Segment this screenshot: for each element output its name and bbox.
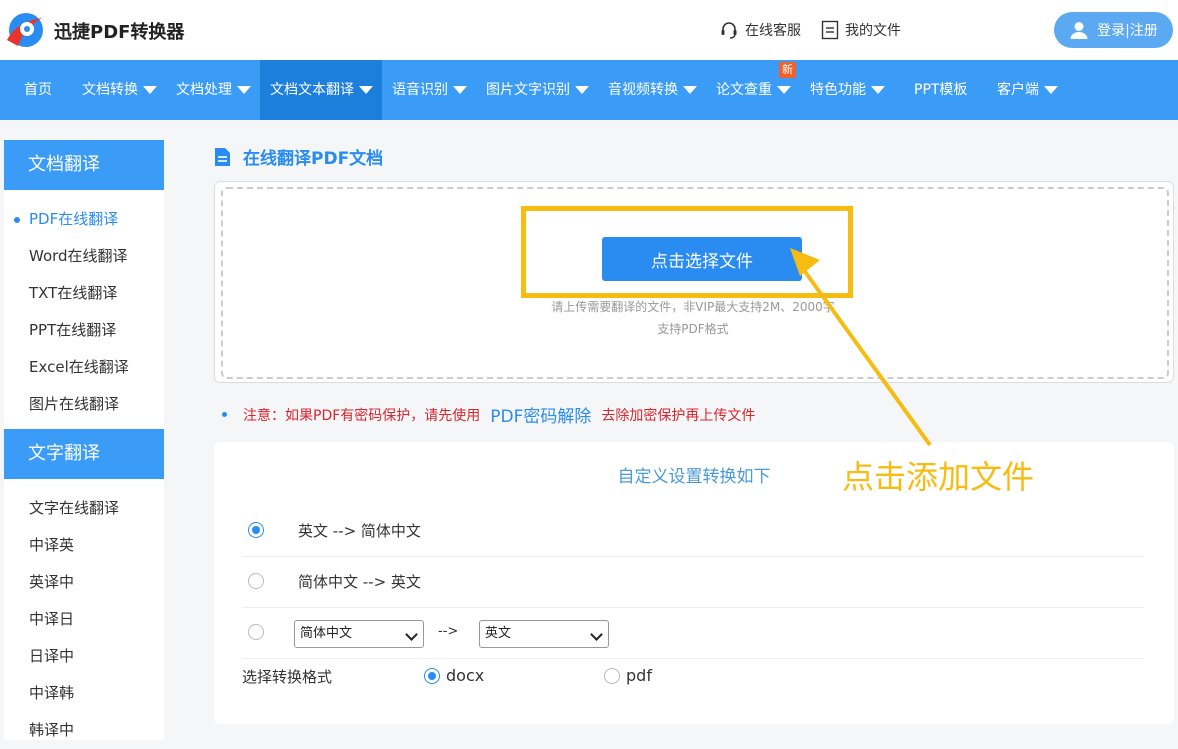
- option-en-to-zh[interactable]: 英文 --> 简体中文: [242, 506, 1144, 557]
- logo-icon[interactable]: [4, 10, 46, 50]
- my-files-link[interactable]: 我的文件: [821, 20, 901, 40]
- sidebar-item-ppt-translate[interactable]: PPT在线翻译: [4, 312, 164, 349]
- document-icon: [821, 20, 839, 40]
- sidebar: 文档翻译 PDF在线翻译 Word在线翻译 TXT在线翻译 PPT在线翻译 Ex…: [4, 140, 164, 740]
- nav-label: 语音识别: [392, 82, 448, 98]
- caret-down-icon: [453, 86, 467, 94]
- caret-down-icon: [777, 86, 791, 94]
- nav-image-ocr[interactable]: 图片文字识别: [476, 60, 599, 120]
- caret-down-icon: [871, 86, 885, 94]
- sidebar-heading-doc-translate: 文档翻译: [4, 140, 164, 190]
- sidebar-item-text-translate[interactable]: 文字在线翻译: [4, 490, 164, 527]
- radio-custom[interactable]: [248, 624, 264, 640]
- online-service-link[interactable]: 在线客服: [719, 20, 801, 40]
- chevron-down-icon: [405, 628, 418, 641]
- option-custom-languages[interactable]: 简体中文 --> 英文: [242, 608, 1144, 659]
- nav-doc-translate[interactable]: 文档文本翻译: [260, 60, 382, 120]
- nav-label: 图片文字识别: [486, 82, 570, 98]
- annotation-arrow-icon: [790, 248, 932, 447]
- pdf-unlock-link[interactable]: PDF密码解除: [490, 402, 591, 427]
- nav-ppt-templates[interactable]: PPT模板: [904, 60, 977, 120]
- option-label: 英文 --> 简体中文: [298, 522, 421, 540]
- sidebar-item-ja-zh[interactable]: 日译中: [4, 638, 164, 675]
- nav-home[interactable]: 首页: [14, 60, 62, 120]
- radio-zh-to-en[interactable]: [248, 573, 264, 589]
- chevron-down-icon: [590, 628, 603, 641]
- nav-doc-process[interactable]: 文档处理: [166, 60, 261, 120]
- target-language-select[interactable]: 英文: [479, 620, 609, 648]
- notice-prefix: 注意：如果PDF有密码保护，请先使用: [243, 407, 481, 424]
- radio-en-to-zh[interactable]: [248, 522, 264, 538]
- sidebar-item-txt-translate[interactable]: TXT在线翻译: [4, 275, 164, 312]
- nav-av-convert[interactable]: 音视频转换: [598, 60, 707, 120]
- sidebar-item-pdf-translate[interactable]: PDF在线翻译: [4, 201, 164, 238]
- login-register-button[interactable]: 登录|注册: [1054, 12, 1173, 48]
- nav-client[interactable]: 客户端: [987, 60, 1068, 120]
- my-files-label: 我的文件: [845, 23, 901, 39]
- nav-label: 客户端: [997, 82, 1039, 98]
- caret-down-icon: [359, 86, 373, 94]
- bullet-icon: [222, 412, 227, 417]
- sidebar-item-zh-en[interactable]: 中译英: [4, 527, 164, 564]
- format-label: 选择转换格式: [242, 668, 333, 686]
- sidebar-item-zh-ja[interactable]: 中译日: [4, 601, 164, 638]
- headset-icon: [721, 22, 737, 39]
- option-label: 简体中文 --> 英文: [298, 573, 421, 591]
- source-language-value: 简体中文: [300, 626, 353, 641]
- caret-down-icon: [237, 86, 251, 94]
- nav-label: 文档转换: [82, 82, 138, 98]
- nav-label: 论文查重: [716, 82, 772, 98]
- nav-label: 首页: [24, 82, 52, 98]
- sidebar-item-word-translate[interactable]: Word在线翻译: [4, 238, 164, 275]
- format-docx-label[interactable]: docx: [446, 666, 484, 685]
- nav-label: 文档文本翻译: [270, 82, 354, 98]
- nav-features[interactable]: 特色功能: [800, 60, 895, 120]
- main-nav: 首页 文档转换 文档处理 文档文本翻译 语音识别 图片文字识别 音视频转换 论文…: [0, 60, 1178, 120]
- page-title-text: 在线翻译PDF文档: [243, 149, 384, 169]
- password-notice: 注意：如果PDF有密码保护，请先使用 PDF密码解除 去除加密保护再上传文件: [222, 402, 755, 427]
- brand-name[interactable]: 迅捷PDF转换器: [54, 18, 184, 44]
- format-pdf-label[interactable]: pdf: [626, 666, 652, 685]
- sidebar-heading-text-translate: 文字翻译: [4, 429, 164, 479]
- caret-down-icon: [1044, 86, 1058, 94]
- annotation-text: 点击添加文件: [842, 458, 1035, 496]
- nav-label: PPT模板: [914, 82, 968, 98]
- target-language-value: 英文: [485, 626, 512, 641]
- login-register-label: 登录|注册: [1097, 23, 1158, 39]
- source-language-select[interactable]: 简体中文: [294, 620, 424, 648]
- nav-label: 特色功能: [810, 82, 866, 98]
- radio-format-pdf[interactable]: [604, 668, 620, 684]
- sidebar-item-image-translate[interactable]: 图片在线翻译: [4, 386, 164, 423]
- nav-speech-recognition[interactable]: 语音识别: [382, 60, 477, 120]
- caret-down-icon: [683, 86, 697, 94]
- sidebar-item-excel-translate[interactable]: Excel在线翻译: [4, 349, 164, 386]
- direction-arrow: -->: [438, 624, 459, 639]
- option-zh-to-en[interactable]: 简体中文 --> 英文: [242, 557, 1144, 608]
- nav-label: 音视频转换: [608, 82, 678, 98]
- user-icon: [1070, 22, 1088, 39]
- top-bar: 迅捷PDF转换器 在线客服 我的文件 登录|注册: [0, 0, 1178, 60]
- notice-suffix: 去除加密保护再上传文件: [601, 407, 756, 424]
- page-title: 在线翻译PDF文档: [214, 144, 383, 169]
- nav-label: 文档处理: [176, 82, 232, 98]
- caret-down-icon: [575, 86, 589, 94]
- caret-down-icon: [143, 86, 157, 94]
- sidebar-item-zh-ko[interactable]: 中译韩: [4, 675, 164, 712]
- online-service-label: 在线客服: [745, 23, 801, 39]
- new-badge: 新: [779, 62, 796, 78]
- document-icon: [215, 147, 230, 166]
- sidebar-item-en-zh[interactable]: 英译中: [4, 564, 164, 601]
- nav-doc-convert[interactable]: 文档转换: [72, 60, 167, 120]
- radio-format-docx[interactable]: [424, 668, 440, 684]
